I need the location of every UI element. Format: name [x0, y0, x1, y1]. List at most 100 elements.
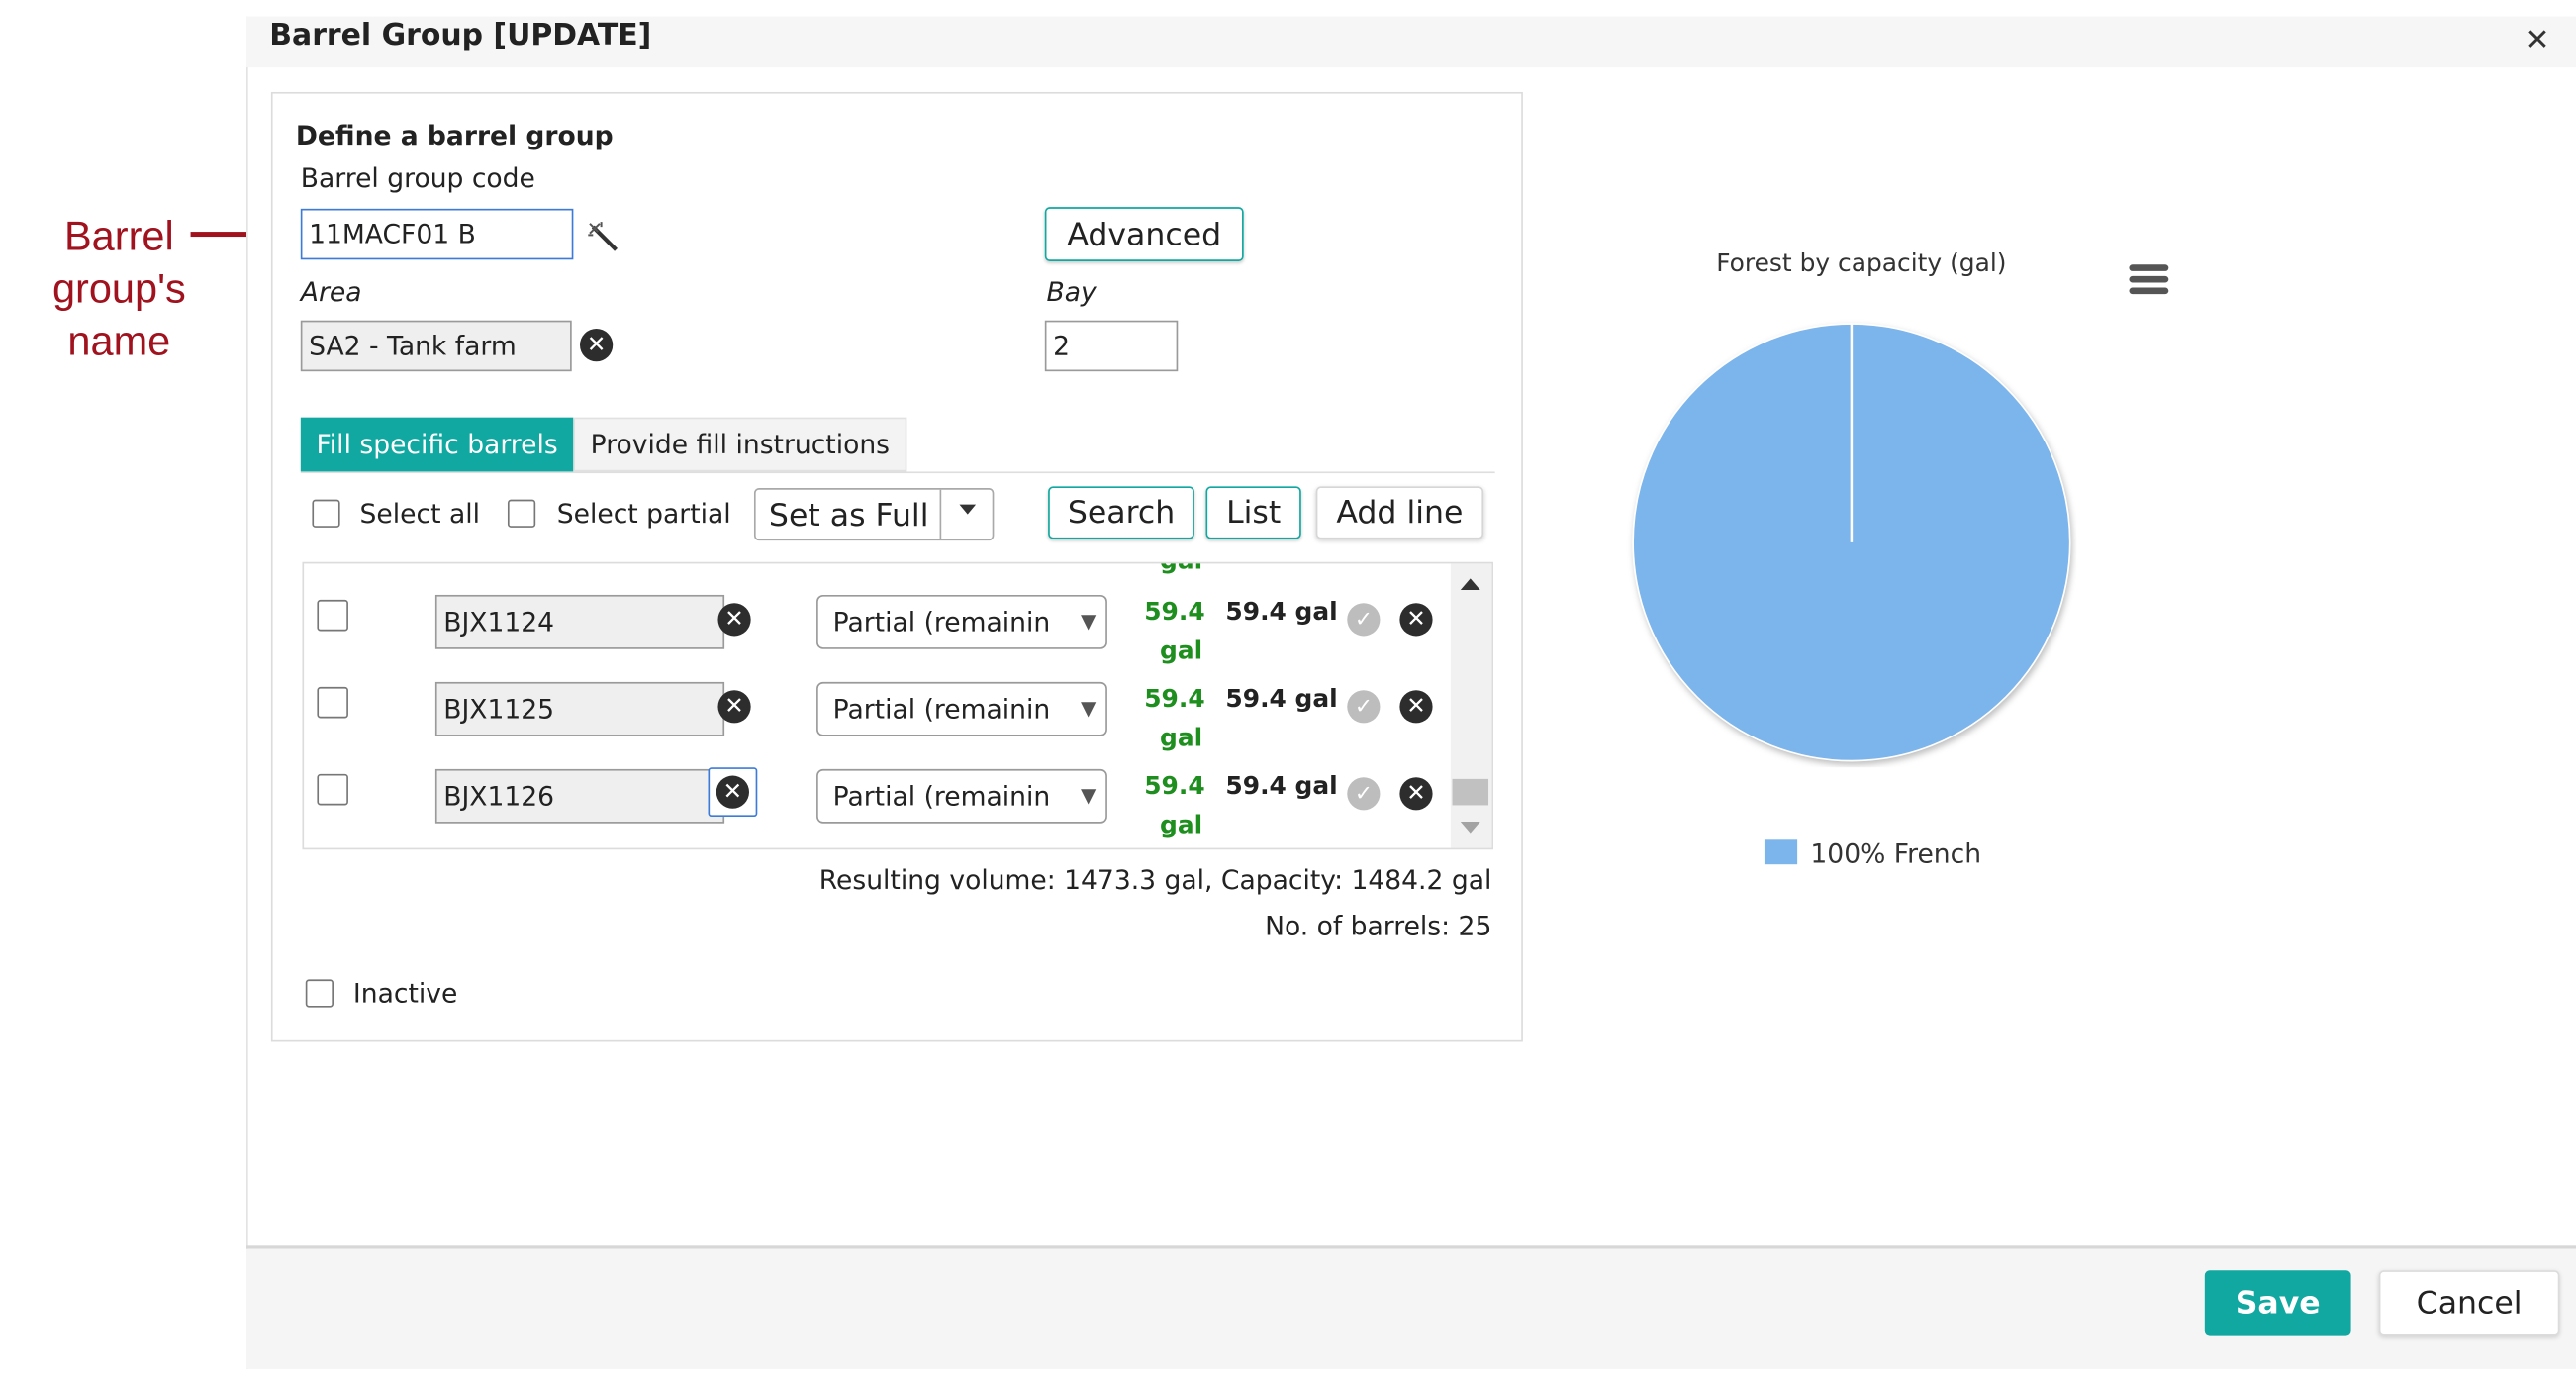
remove-barrel-icon[interactable]: ✕ — [717, 603, 751, 637]
scroll-down-icon[interactable] — [1460, 822, 1480, 834]
annotation-line-2: group's — [51, 265, 186, 313]
bay-label: Bay — [1046, 275, 1097, 308]
chevron-down-icon[interactable] — [959, 504, 977, 515]
confirm-check-icon[interactable]: ✓ — [1347, 777, 1381, 811]
dropdown-arrow-icon: ▼ — [1080, 783, 1097, 808]
dropdown-arrow-icon: ▼ — [1080, 696, 1097, 721]
row-checkbox[interactable] — [317, 599, 348, 632]
barrel-code-input[interactable]: BJX1125 — [434, 681, 725, 736]
add-line-button-label: Add line — [1336, 494, 1464, 532]
annotation-line-3: name — [67, 319, 171, 365]
barrel-group-code-input[interactable]: 11MACF01 B — [300, 208, 574, 260]
area-input[interactable]: SA2 - Tank farm — [300, 320, 572, 372]
search-button[interactable]: Search — [1048, 486, 1194, 539]
select-partial-checkbox[interactable] — [507, 499, 536, 528]
green-volume-unit: gal — [1159, 723, 1203, 753]
legend-label[interactable]: 100% French — [1810, 838, 1981, 870]
green-volume-unit: gal — [1159, 810, 1203, 840]
legend-swatch — [1764, 839, 1798, 865]
table-row: BJX1125 ✕ Partial (remainin ▼ 59.4 gal 5… — [304, 680, 1454, 765]
set-as-dropdown[interactable]: Set as Full — [753, 488, 995, 541]
green-volume-value: 59.4 — [1144, 770, 1205, 801]
save-button[interactable]: Save — [2204, 1270, 2351, 1336]
table-row: BJX1126 ✕ Partial (remainin ▼ 59.4 gal 5… — [304, 767, 1454, 847]
barrel-code-value: BJX1126 — [443, 780, 555, 813]
confirm-check-icon[interactable]: ✓ — [1347, 603, 1381, 637]
barrel-count-text: No. of barrels: 25 — [1265, 910, 1492, 942]
save-button-label: Save — [2235, 1285, 2321, 1322]
fill-type-select[interactable]: Partial (remainin ▼ — [816, 681, 1107, 736]
cancel-button[interactable]: Cancel — [2378, 1270, 2560, 1336]
list-button-label: List — [1226, 494, 1282, 532]
tab-fill-specific-barrels-label: Fill specific barrels — [316, 429, 558, 460]
remove-barrel-glyph: ✕ — [716, 775, 749, 809]
barrel-code-input[interactable]: BJX1124 — [434, 594, 725, 649]
scroll-thumb[interactable] — [1452, 778, 1489, 806]
barrel-code-value: BJX1125 — [443, 693, 555, 726]
close-icon[interactable]: ✕ — [2526, 23, 2550, 57]
remove-barrel-icon[interactable]: ✕ — [708, 767, 758, 818]
fill-type-value: Partial (remainin — [832, 606, 1051, 638]
select-all-label: Select all — [359, 498, 480, 530]
inactive-checkbox[interactable] — [305, 979, 334, 1008]
barrel-code-input[interactable]: BJX1126 — [434, 768, 725, 824]
delete-row-icon[interactable]: ✕ — [1399, 690, 1433, 724]
scroll-up-icon[interactable] — [1460, 578, 1480, 590]
delete-row-icon[interactable]: ✕ — [1399, 777, 1433, 811]
bay-value: 2 — [1053, 330, 1071, 362]
fill-type-value: Partial (remainin — [832, 693, 1051, 726]
bay-input[interactable]: 2 — [1044, 320, 1179, 372]
section-title: Define a barrel group — [295, 120, 614, 151]
chart-menu-icon[interactable] — [2129, 264, 2169, 297]
screen: Barrel group's name Barrel Group [UPDATE… — [0, 0, 2576, 1369]
resulting-volume-text: Resulting volume: 1473.3 gal, Capacity: … — [818, 864, 1492, 896]
select-partial-label: Select partial — [556, 498, 731, 530]
list-button[interactable]: List — [1205, 486, 1301, 539]
set-as-divider — [939, 489, 942, 539]
advanced-button-label: Advanced — [1067, 216, 1222, 252]
cancel-button-label: Cancel — [2416, 1285, 2523, 1322]
green-volume-value: 59.4 — [1144, 683, 1205, 714]
green-volume-value: 59.4 — [1144, 596, 1205, 627]
table-row: BJX1124 ✕ Partial (remainin ▼ 59.4 gal 5… — [304, 593, 1454, 678]
tab-provide-fill-instructions-label: Provide fill instructions — [590, 429, 891, 460]
tab-fill-specific-barrels[interactable]: Fill specific barrels — [300, 417, 574, 472]
dropdown-arrow-icon: ▼ — [1080, 609, 1097, 634]
set-as-value: Set as Full — [768, 498, 929, 535]
barrel-group-code-value: 11MACF01 B — [309, 218, 476, 250]
volume-value: 59.4 gal — [1225, 596, 1338, 627]
delete-row-icon[interactable]: ✕ — [1399, 603, 1433, 637]
volume-value: 59.4 gal — [1225, 683, 1338, 714]
menu-bar — [2129, 275, 2169, 282]
fill-type-select[interactable]: Partial (remainin ▼ — [816, 768, 1107, 824]
barrel-table: gal BJX1124 ✕ Partial (remainin ▼ 59.4 g… — [302, 561, 1494, 850]
confirm-check-icon[interactable]: ✓ — [1347, 690, 1381, 724]
area-label: Area — [300, 275, 362, 308]
menu-bar — [2129, 264, 2169, 271]
tabs-underline — [300, 471, 1495, 474]
barrel-code-value: BJX1124 — [443, 606, 555, 638]
barrel-group-code-label: Barrel group code — [300, 162, 535, 194]
remove-barrel-icon[interactable]: ✕ — [717, 690, 751, 724]
green-volume-unit: gal — [1159, 636, 1203, 666]
area-value: SA2 - Tank farm — [309, 330, 517, 362]
row-checkbox[interactable] — [317, 686, 348, 719]
chart-title: Forest by capacity (gal) — [1716, 247, 2007, 278]
menu-bar — [2129, 287, 2169, 294]
pie-chart — [1632, 323, 2071, 762]
advanced-button[interactable]: Advanced — [1044, 207, 1244, 261]
add-line-button[interactable]: Add line — [1315, 486, 1484, 539]
magic-wand-icon[interactable] — [585, 219, 621, 255]
dialog-title: Barrel Group [UPDATE] — [269, 18, 652, 53]
volume-value: 59.4 gal — [1225, 770, 1338, 801]
clipped-green-unit: gal — [1145, 563, 1217, 580]
inactive-label: Inactive — [352, 977, 458, 1010]
search-button-label: Search — [1067, 494, 1176, 532]
tab-provide-fill-instructions[interactable]: Provide fill instructions — [573, 417, 907, 472]
fill-type-value: Partial (remainin — [832, 780, 1051, 813]
select-all-checkbox[interactable] — [312, 499, 340, 528]
row-checkbox[interactable] — [317, 773, 348, 806]
table-scrollbar[interactable] — [1450, 563, 1492, 848]
clear-area-icon[interactable]: ✕ — [580, 329, 614, 362]
fill-type-select[interactable]: Partial (remainin ▼ — [816, 594, 1107, 649]
